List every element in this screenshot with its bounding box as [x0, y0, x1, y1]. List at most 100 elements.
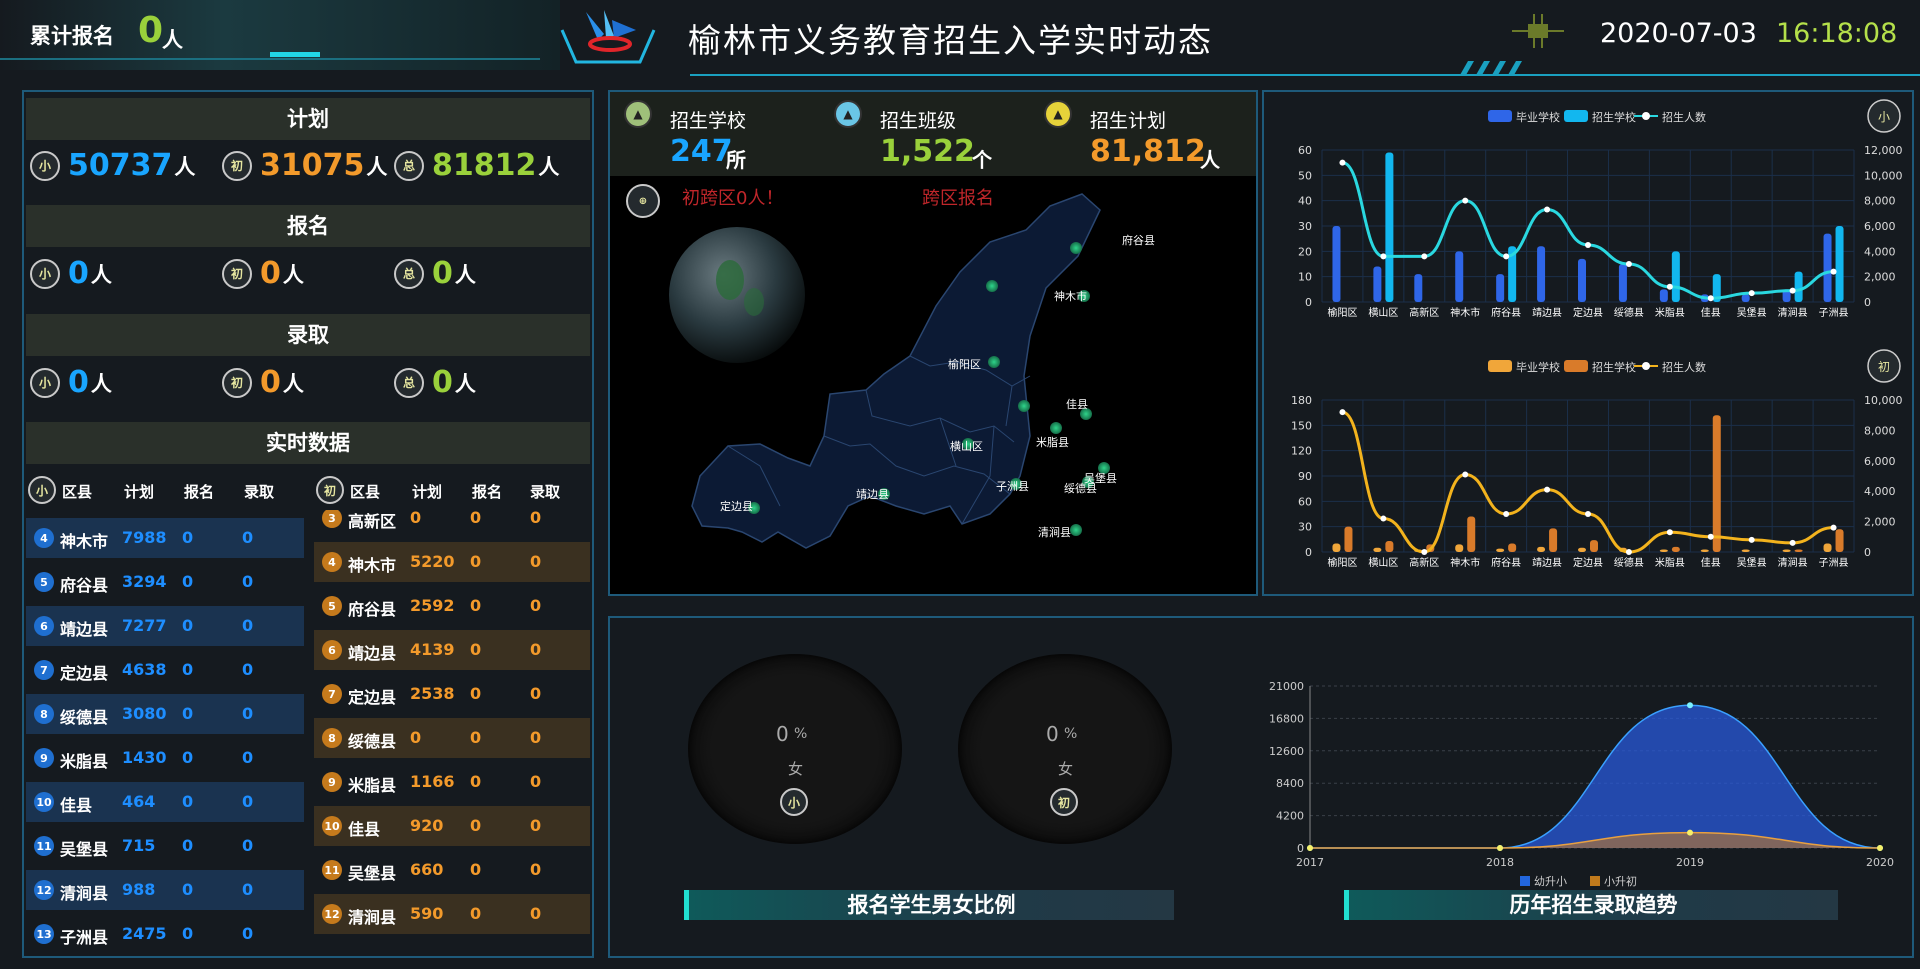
table-row[interactable]: 12 清涧县 590 0 0 — [314, 894, 590, 934]
level-badge-icon: 总 — [394, 150, 424, 181]
kpi-unit: 人 — [1200, 148, 1220, 172]
map-marker[interactable] — [988, 356, 1000, 368]
chart-junior-schools[interactable]: 毕业学校 招生学校 招生人数 初 0 30 60 90 120 150 180 0 2,000 4,000… — [1264, 342, 1912, 594]
cell-plan: 2475 — [122, 924, 167, 943]
reg-stats-item-2: 总0人 — [394, 256, 476, 291]
cell-county: 吴堡县 — [348, 864, 397, 883]
table-row[interactable]: 12 清涧县 988 0 0 — [26, 870, 304, 910]
stat-value: 0 — [432, 365, 453, 400]
rank-badge: 9 — [322, 772, 342, 792]
table-row[interactable]: 5 府谷县 3294 0 0 — [26, 562, 304, 602]
table-row[interactable]: 8 绥德县 3080 0 0 — [26, 694, 304, 734]
table-row[interactable]: 7 定边县 2538 0 0 — [314, 674, 590, 714]
stat-value: 0 — [68, 256, 89, 291]
map-marker[interactable] — [1070, 242, 1082, 254]
y-tick-label: 180 — [1291, 394, 1312, 407]
bar — [1618, 264, 1627, 302]
realtime-table[interactable]: 4 神木市 7988 0 0 5 府谷县 3294 0 0 6 靖边县 7277 0 0 7 定边县 4638 0 0… — [26, 510, 590, 954]
cell-register: 0 — [182, 880, 194, 899]
table-row[interactable]: 6 靖边县 7277 0 0 — [26, 606, 304, 646]
line-point — [1462, 197, 1469, 204]
map-marker[interactable] — [1050, 422, 1062, 434]
table-row[interactable]: 9 米脂县 1430 0 0 — [26, 738, 304, 778]
right-panel: 毕业学校 招生学校 招生人数小 0 10 20 30 40 50 60 0 2,000 4,000 6,0… — [1262, 90, 1914, 596]
table-row[interactable]: 11 吴堡县 715 0 0 — [26, 826, 304, 866]
mid-panel: ▲ 招生学校 247 所 ▲ 招生班级 1,522 个 ▲ 招生计划 81,812 人 ⊕ 初跨区0人… — [608, 90, 1258, 596]
y2-tick-label: 10,000 — [1864, 169, 1903, 182]
plan-stats-item-0: 小 50737 人 — [30, 148, 195, 183]
map-place-label: 子洲县 — [996, 480, 1029, 493]
stat-value: 0 — [260, 256, 281, 291]
chart-primary-schools[interactable]: 毕业学校 招生学校 招生人数 小 0 10 20 30 40 50 60 0 2,000 4,000 6,0… — [1264, 92, 1912, 342]
level-badge-icon: 总 — [394, 367, 424, 398]
map-place-label: 米脂县 — [1036, 436, 1069, 449]
gender-ratio-title: 报名学生男女比例 — [684, 890, 1174, 920]
cell-plan: 660 — [410, 860, 444, 879]
line-point — [1666, 283, 1673, 290]
table-row[interactable]: 3 高新区 0 0 0 — [314, 510, 590, 538]
bar — [1659, 549, 1668, 552]
rank-badge: 9 — [34, 748, 54, 768]
x-tick-label: 2020 — [1866, 856, 1894, 869]
y-tick-label: 0 — [1305, 546, 1312, 559]
cell-admit: 0 — [242, 924, 254, 943]
legend-swatch — [1642, 362, 1650, 370]
line-point — [1789, 287, 1796, 294]
table-row[interactable]: 4 神木市 5220 0 0 — [314, 542, 590, 582]
table-row[interactable]: 10 佳县 920 0 0 — [314, 806, 590, 846]
cell-register: 0 — [470, 860, 482, 879]
bar — [1590, 540, 1598, 552]
legend-label: 招生学校 — [1592, 360, 1636, 374]
gauge-junior-unit: % — [1064, 726, 1078, 742]
map-marker[interactable] — [1018, 400, 1030, 412]
x-tick-label: 横山区 — [1368, 556, 1398, 569]
cell-county: 定边县 — [348, 688, 397, 707]
table-row[interactable]: 5 府谷县 2592 0 0 — [314, 586, 590, 626]
cell-register: 0 — [182, 836, 194, 855]
gauge-junior-badge: 初 — [1050, 788, 1078, 816]
table-row[interactable]: 8 绥德县 0 0 0 — [314, 718, 590, 758]
line-point — [1339, 409, 1346, 416]
table-row[interactable]: 6 靖边县 4139 0 0 — [314, 630, 590, 670]
stat-unit: 人 — [538, 154, 560, 179]
cell-register: 0 — [470, 640, 482, 659]
y2-tick-label: 6,000 — [1864, 220, 1896, 233]
bar — [1537, 246, 1546, 302]
table-row[interactable]: 13 子洲县 2475 0 0 — [26, 914, 304, 954]
y-tick-label: 30 — [1298, 220, 1312, 233]
x-tick-label: 榆阳区 — [1327, 556, 1357, 569]
bar — [1741, 549, 1750, 552]
yulin-map[interactable] — [610, 176, 1256, 596]
cell-admit: 0 — [242, 792, 254, 811]
bar — [1537, 546, 1546, 552]
junior-badge: 初 — [316, 476, 344, 504]
table-row[interactable]: 9 米脂县 1166 0 0 — [314, 762, 590, 802]
x-tick-label: 2019 — [1676, 856, 1704, 869]
table-row[interactable]: 7 定边县 4638 0 0 — [26, 650, 304, 690]
map-marker[interactable] — [1070, 524, 1082, 536]
line-point — [1707, 295, 1714, 302]
kpi-icon: ▲ — [624, 100, 652, 128]
y-tick-label: 16800 — [1269, 712, 1304, 725]
stat-unit: 人 — [90, 262, 112, 287]
cell-county: 米脂县 — [348, 776, 397, 795]
table-row[interactable]: 10 佳县 464 0 0 — [26, 782, 304, 822]
x-tick-label: 定边县 — [1573, 556, 1603, 569]
table-row[interactable]: 4 神木市 7988 0 0 — [26, 518, 304, 558]
logo — [556, 0, 660, 72]
rank-badge: 3 — [322, 510, 342, 528]
bar — [1700, 549, 1709, 552]
x-tick-label: 佳县 — [1701, 556, 1721, 569]
cell-plan: 2592 — [410, 596, 455, 615]
cell-plan: 590 — [410, 904, 444, 923]
legend-label: 毕业学校 — [1516, 110, 1560, 124]
x-tick-label: 吴堡县 — [1737, 306, 1767, 319]
map-marker[interactable] — [986, 280, 998, 292]
table-row[interactable]: 11 吴堡县 660 0 0 — [314, 850, 590, 890]
x-tick-label: 米脂县 — [1655, 306, 1685, 319]
x-tick-label: 清涧县 — [1778, 306, 1808, 319]
y-tick-label: 50 — [1298, 169, 1312, 182]
bar — [1794, 271, 1803, 302]
chart-trend[interactable]: 0 4200 8400 12600 16800 21000 2017 2018 2019 2020… — [1250, 638, 1910, 898]
cell-admit: 0 — [530, 772, 542, 791]
